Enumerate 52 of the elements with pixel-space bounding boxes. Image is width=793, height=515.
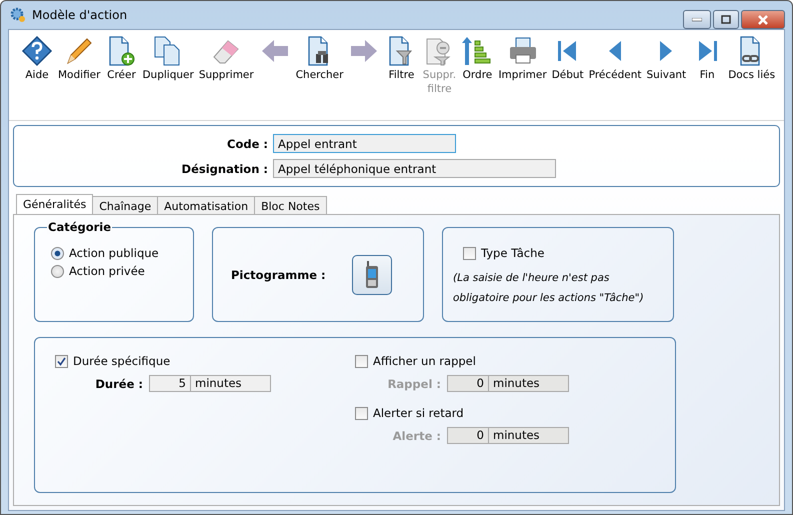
gear-icon: [10, 7, 26, 23]
toolbar-button[interactable]: Imprimer: [496, 35, 549, 83]
toolbar-button[interactable]: Fin: [689, 35, 726, 83]
checkbox-label: Alerter si retard: [373, 406, 464, 420]
field-label: Code :: [226, 136, 268, 150]
maximize-button[interactable]: [713, 10, 739, 29]
toolbar-button[interactable]: Début: [550, 35, 586, 83]
input-field[interactable]: Appel téléphonique entrant: [273, 159, 556, 178]
pictogram-button[interactable]: [352, 254, 392, 294]
minimize-icon: [692, 18, 702, 22]
help-icon: [21, 35, 53, 67]
tab[interactable]: Automatisation: [157, 196, 256, 215]
toolbar-button[interactable]: Filtre: [383, 35, 420, 83]
radio-label: Action privée: [69, 264, 145, 278]
field-label: Pictogramme :: [231, 268, 326, 282]
toolbar-button[interactable]: Créer: [103, 35, 140, 83]
toolbar-button[interactable]: Modifier: [56, 35, 102, 83]
maximize-icon: [721, 15, 731, 24]
tab[interactable]: Généralités: [16, 194, 94, 215]
checkbox-label: Type Tâche: [481, 246, 544, 260]
phone-icon: [364, 260, 379, 288]
toolbar-button[interactable]: Supprimer: [196, 35, 256, 83]
field-label: Désignation :: [180, 162, 268, 176]
radio-label: Action publique: [69, 246, 159, 260]
window-title: Modèle d'action: [32, 8, 128, 22]
tab[interactable]: Bloc Notes: [254, 196, 327, 215]
checkbox[interactable]: [55, 354, 68, 368]
radio-button[interactable]: [51, 246, 64, 260]
minimize-button[interactable]: [683, 10, 711, 29]
group-title: Catégorie: [47, 220, 112, 234]
number-field[interactable]: 5: [149, 375, 191, 392]
checkbox-label: Durée spécifique: [73, 354, 170, 368]
field-label: Alerte :: [392, 428, 441, 442]
toolbar-button[interactable]: Aide: [19, 35, 55, 83]
toolbar-button[interactable]: Chercher: [294, 35, 346, 83]
input-field[interactable]: Appel entrant: [273, 134, 456, 153]
note-text: (La saisie de l'heure n'est pas obligatoire pour les actions "Tâche"): [453, 271, 645, 306]
toolbar-icon: [461, 35, 494, 67]
toolbar-button[interactable]: Suivant: [644, 35, 688, 83]
field-label: Durée :: [94, 376, 143, 390]
toolbar-button[interactable]: Docs liés: [726, 35, 778, 83]
toolbar-button[interactable]: Ordre: [459, 35, 496, 83]
tab[interactable]: Chaînage: [92, 196, 158, 215]
toolbar-button[interactable]: Précédent: [586, 35, 644, 83]
toolbar-button[interactable]: Dupliquer: [140, 35, 196, 83]
close-button[interactable]: [741, 10, 785, 29]
field-label: Rappel :: [386, 376, 441, 390]
unit-field[interactable]: minutes: [191, 375, 271, 392]
checkbox-label: Afficher un rappel: [373, 354, 476, 368]
close-icon: [757, 14, 769, 24]
radio-button[interactable]: [51, 264, 64, 278]
checkbox[interactable]: [463, 246, 476, 260]
